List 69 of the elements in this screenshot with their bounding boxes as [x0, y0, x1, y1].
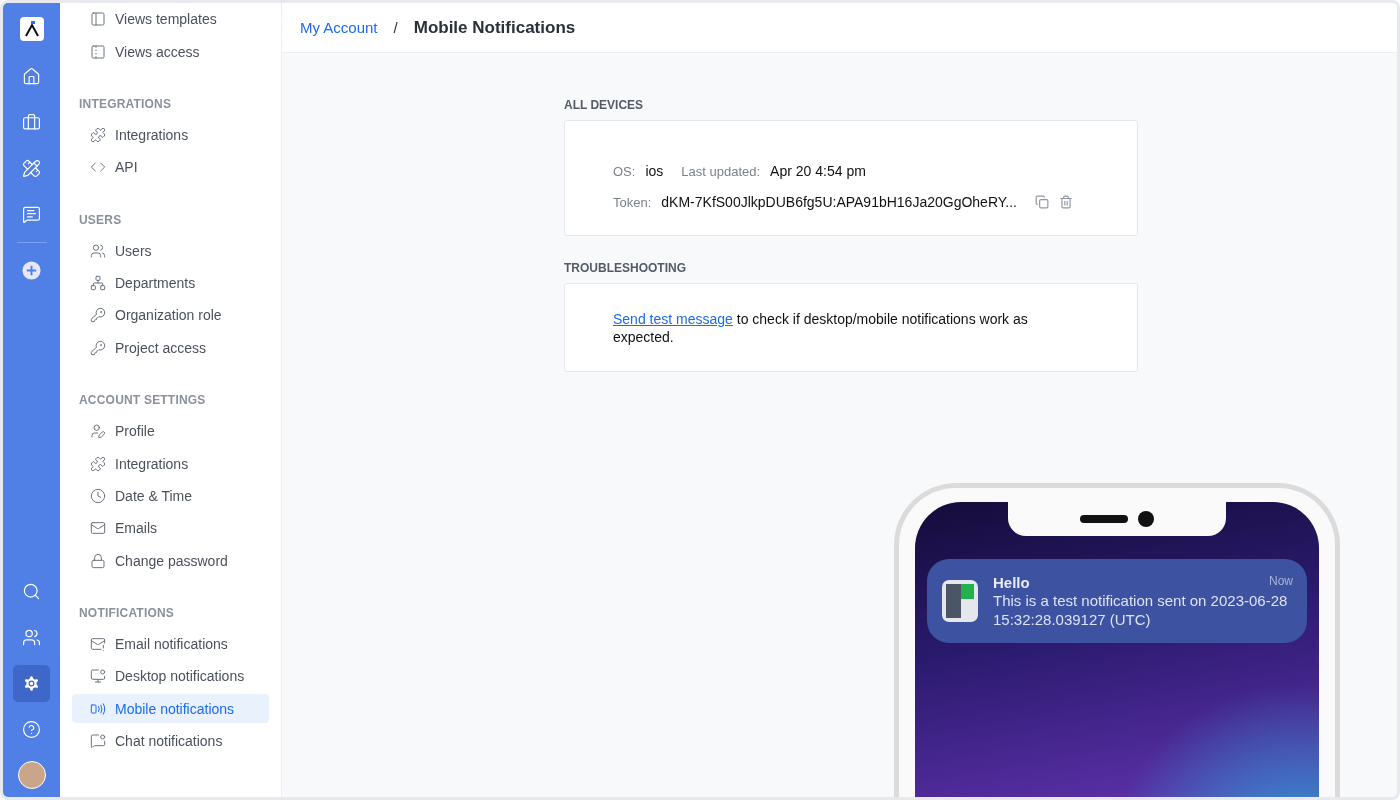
- sidebar-item[interactable]: Integrations: [72, 120, 269, 150]
- section-title: ALL DEVICES: [564, 98, 645, 112]
- sidebar-item[interactable]: Organization role: [72, 300, 269, 330]
- delete-button[interactable]: [1058, 195, 1073, 209]
- sidebar-item[interactable]: Profile: [72, 416, 269, 446]
- field-value: Apr 20 4:54 pm: [770, 163, 866, 179]
- field-value: ios: [645, 163, 664, 179]
- section-title: NOTIFICATIONS: [78, 604, 176, 622]
- search-icon: [22, 582, 41, 601]
- user-edit-icon: [90, 423, 106, 440]
- monitor-bell-icon: [90, 668, 106, 685]
- sidebar-item[interactable]: Views templates: [72, 4, 269, 34]
- sidebar-item[interactable]: API: [72, 152, 269, 182]
- section-title: USERS: [78, 211, 123, 229]
- users-icon: [90, 242, 106, 259]
- copy-button[interactable]: [1034, 195, 1049, 209]
- settings-icon: [22, 674, 41, 693]
- sidebar-item[interactable]: Views access: [72, 37, 269, 67]
- tools-icon: [22, 159, 41, 178]
- app-logo[interactable]: [19, 17, 44, 41]
- plus-icon: [22, 261, 41, 280]
- sidebar-item[interactable]: Emails: [72, 513, 269, 543]
- sidebar-item[interactable]: Chat notifications: [72, 726, 269, 756]
- users-icon: [22, 628, 41, 647]
- sidebar-item[interactable]: Mobile notifications: [72, 694, 269, 724]
- help-icon: [22, 720, 41, 739]
- sidebar-item[interactable]: Project access: [72, 333, 269, 363]
- briefcase-icon: [22, 113, 41, 132]
- key-icon: [90, 339, 106, 356]
- chat-icon: [22, 205, 41, 224]
- breadcrumb-separator: /: [393, 19, 398, 36]
- sidebar-item[interactable]: Change password: [72, 546, 269, 576]
- section-title: ACCOUNT SETTINGS: [78, 392, 207, 409]
- avatar[interactable]: [17, 761, 46, 789]
- sidebar-item[interactable]: Users: [72, 236, 269, 266]
- sidebar-item[interactable]: Integrations: [72, 449, 269, 479]
- field-label: Last updated:: [681, 163, 761, 179]
- copy-icon: [1034, 195, 1049, 209]
- rail-button[interactable]: [13, 665, 50, 702]
- field-label: Token:: [613, 194, 652, 210]
- sidebar-item[interactable]: Desktop notifications: [72, 661, 269, 691]
- sidebar-item[interactable]: Departments: [72, 268, 269, 298]
- app-icon: [941, 579, 979, 623]
- home-icon: [22, 67, 41, 86]
- send-test-link[interactable]: Send test message: [613, 311, 733, 327]
- field-label: OS:: [613, 163, 636, 179]
- notification-title: Hello: [993, 573, 1030, 591]
- notification-body: This is a test notification sent on 2023-06-28 15:32:28.039127 (UTC): [993, 590, 1289, 629]
- puzzle-icon: [90, 455, 106, 472]
- envelope-icon: [90, 520, 106, 537]
- notification-time: Now: [1269, 573, 1293, 590]
- section-title: INTEGRATIONS: [78, 95, 173, 113]
- puzzle-icon: [90, 126, 106, 143]
- breadcrumb-link[interactable]: My Account: [300, 19, 378, 36]
- token-value: dKM-7KfS00JlkpDUB6fg5U:APA91bH16Ja20GgOheRY...: [661, 194, 1017, 210]
- trash-icon: [1058, 195, 1073, 209]
- key-icon: [90, 307, 106, 324]
- sidebar-item[interactable]: Email notifications: [72, 629, 269, 659]
- help-text: Send test message to check if desktop/mobile notifications work as expected.: [613, 310, 1029, 346]
- envelope-bell-icon: [90, 636, 106, 653]
- page-title: Mobile Notifications: [413, 17, 576, 38]
- lock-icon: [90, 552, 106, 569]
- section-title: TROUBLESHOOTING: [564, 261, 687, 275]
- sidebar-item[interactable]: Date & Time: [72, 481, 269, 511]
- clock-icon: [90, 487, 106, 504]
- hierarchy-icon: [90, 275, 106, 292]
- panel-icon: [90, 11, 106, 28]
- panel-icon: [90, 43, 106, 60]
- chat-bell-icon: [90, 733, 106, 750]
